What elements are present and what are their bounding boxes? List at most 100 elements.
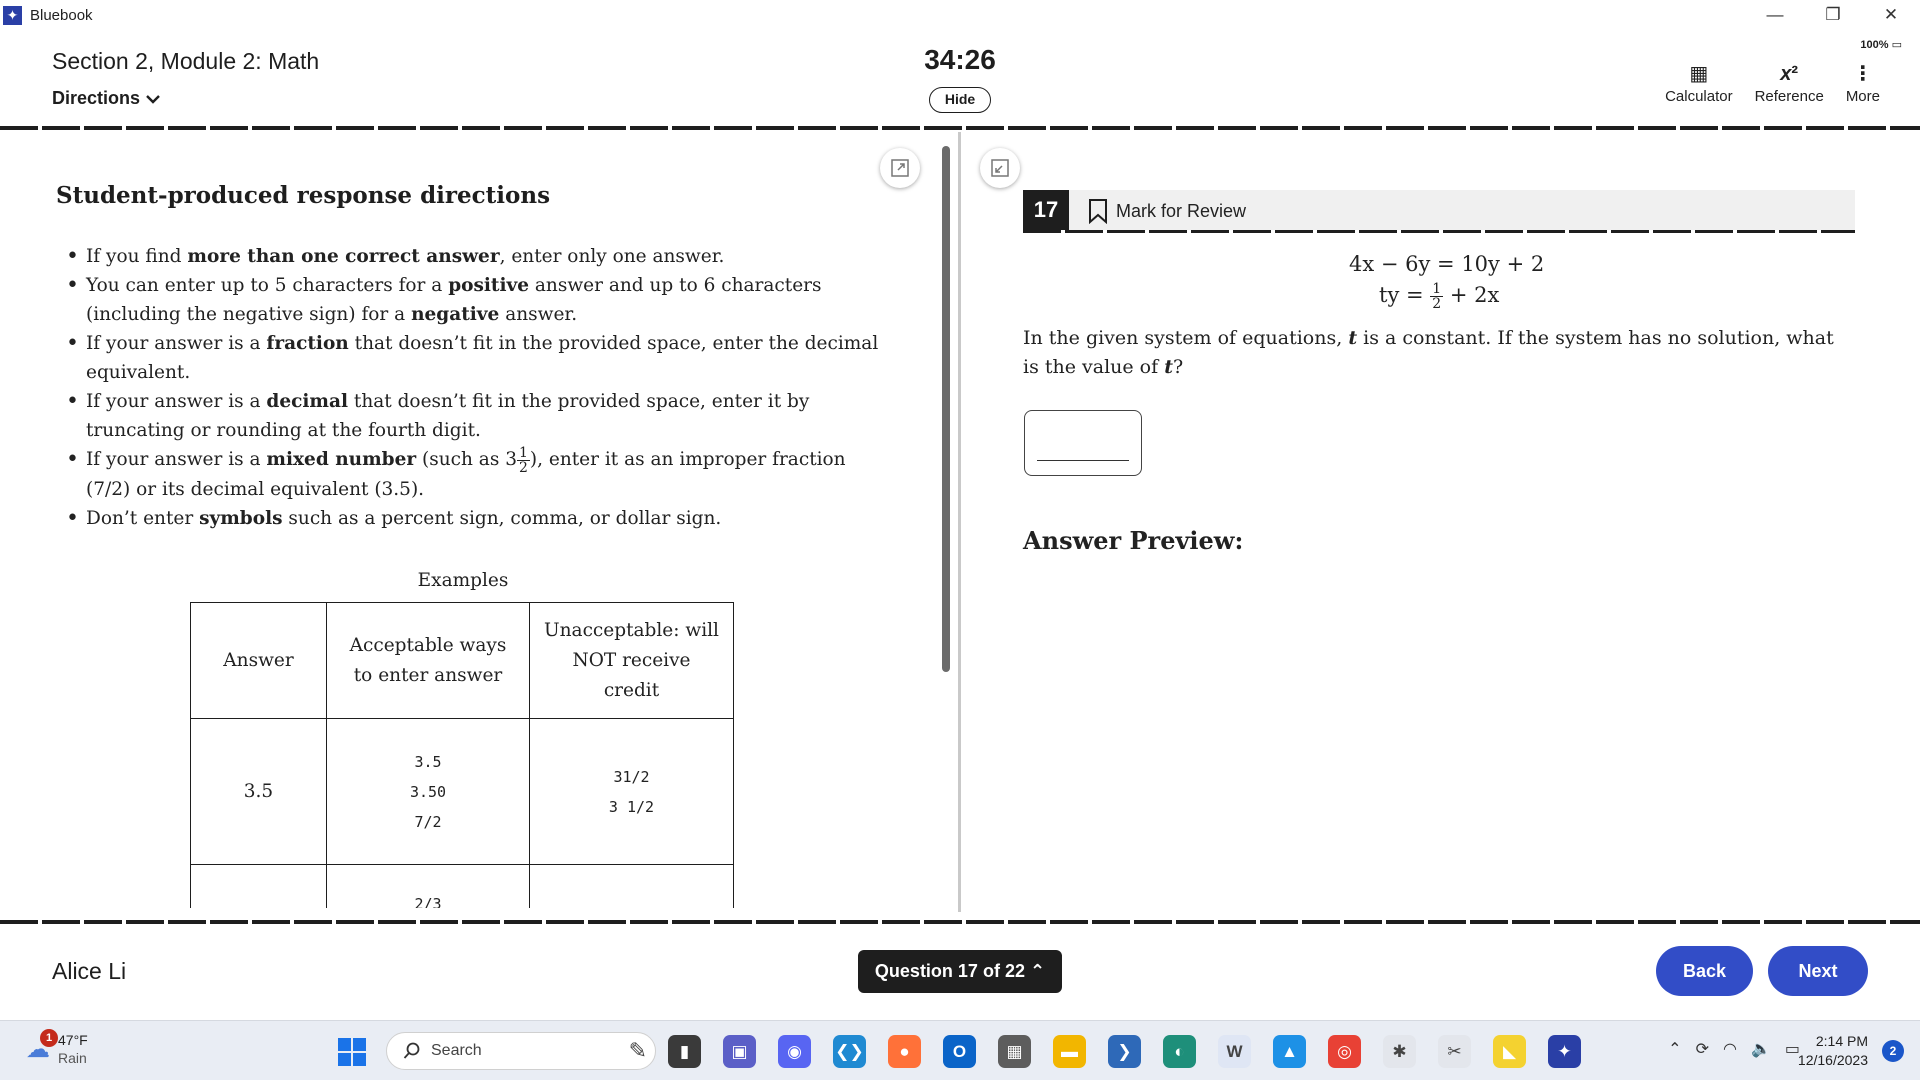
battery-icon: ▭ [1891,39,1902,51]
battery-status: 100% ▭ [1860,38,1902,51]
sticky-notes-icon[interactable]: ◣ [1493,1035,1526,1068]
table-cell: 2/3 [326,864,530,908]
minimize-button[interactable]: — [1746,0,1804,30]
expand-right-panel-button[interactable] [980,148,1020,188]
more-vertical-icon: ⋮ [1852,63,1873,85]
bluebook-logo-icon: ✦ [3,5,22,25]
snipping-tool-icon[interactable]: ✂ [1438,1035,1471,1068]
rule-item: Don’t enter symbols such as a percent si… [66,504,886,533]
table-header: Acceptable ways to enter answer [326,602,530,719]
slack-icon[interactable]: ✱ [1383,1035,1416,1068]
windows-start-icon[interactable] [338,1038,366,1066]
calculator-label: Calculator [1665,88,1733,105]
battery-percent: 100% [1860,39,1889,51]
restore-button[interactable]: ❐ [1804,0,1862,30]
weather-widget[interactable]: ☁ 1 47°F Rain [26,1028,88,1067]
question-header-divider [1023,230,1855,233]
answer-input[interactable] [1024,410,1142,476]
answer-input-underline [1037,459,1129,461]
rain-cloud-icon: ☁ 1 [26,1028,58,1064]
equation-1: 4x − 6y = 10y + 2 [1349,252,1545,276]
table-header-row: Answer Acceptable ways to enter answer U… [190,602,734,719]
outlook-icon[interactable]: O [943,1035,976,1068]
directions-panel: Student-produced response directions If … [0,132,944,908]
expand-left-panel-button[interactable] [880,148,920,188]
equation-fraction: 12 [1430,281,1444,312]
question-prompt: In the given system of equations, t is a… [1023,327,1834,378]
pinned-apps: ▮ ▣ ◉ ❮❯ ● O ▦ ▬ ❯ ◐ W ▲ ◎ ✱ ✂ ◣ ✦ [668,1035,1581,1068]
search-placeholder: Search [431,1042,482,1059]
bookmark-icon [1089,199,1107,224]
taskbar-clock[interactable]: 2:14 PM 12/16/2023 [1798,1032,1868,1070]
exam-header: Section 2, Module 2: Math Directions 34:… [0,30,1920,128]
edge-icon[interactable]: ◐ [1163,1035,1196,1068]
back-button[interactable]: Back [1656,946,1753,996]
window-title: Bluebook [30,6,93,24]
next-button[interactable]: Next [1768,946,1868,996]
more-tool[interactable]: ⋮ More [1846,60,1880,105]
mixed-number-fraction: 12 [516,444,530,476]
rule-item: If your answer is a fraction that doesn’… [66,329,886,387]
chevron-down-icon [146,94,160,104]
table-cell: 3.5 3.50 7/2 [326,718,530,865]
teams-icon[interactable]: ▣ [723,1035,756,1068]
table-cell [190,864,327,908]
wifi-icon[interactable]: ◠ [1723,1039,1737,1059]
notification-badge[interactable]: 2 [1882,1040,1904,1062]
table-header: Unacceptable: will NOT receive credit [529,602,734,719]
system-tray: ⌃ ⟳ ◠ 🔈 ▭ [1668,1039,1800,1059]
sync-icon[interactable]: ⟳ [1696,1039,1709,1059]
bluebook-icon[interactable]: ✦ [1548,1035,1581,1068]
timer: 34:26 [924,44,996,75]
directions-scrollbar[interactable] [942,146,950,672]
directions-rules-list: If you find more than one correct answer… [66,242,886,533]
reference-label: Reference [1754,88,1824,105]
calculator-icon: ▦ [1689,63,1709,85]
chrome-icon[interactable]: ◎ [1328,1035,1361,1068]
windows-taskbar: ☁ 1 47°F Rain Search ✎ ▮ ▣ ◉ ❮❯ ● O ▦ ▬ ❯ ◐ W ▲ ◎ ✱ ✂ ◣ ✦… [0,1020,1920,1080]
volume-icon[interactable]: 🔈 [1751,1039,1771,1059]
taskbar-search[interactable]: Search ✎ [386,1032,656,1070]
table-row: 2/3 [190,864,734,908]
window-title-bar: ✦ Bluebook — ❐ ✕ [0,0,1920,30]
clock-date: 12/16/2023 [1797,1052,1868,1068]
calculator-tool[interactable]: ▦ Calculator [1665,60,1733,105]
powershell-icon[interactable]: ❯ [1108,1035,1141,1068]
panel-divider[interactable] [958,132,961,912]
examples-caption: Examples [417,570,509,591]
table-row: 3.5 3.5 3.50 7/2 31/2 3 1/2 [190,718,734,865]
reference-icon: x² [1780,63,1799,85]
mark-for-review-button[interactable]: Mark for Review [1088,198,1246,224]
docker-icon[interactable]: ▲ [1273,1035,1306,1068]
weather-temperature: 47°F [58,1032,88,1048]
directions-toggle[interactable]: Directions [52,88,160,109]
table-header: Answer [190,602,327,719]
vscode-icon[interactable]: ❮❯ [833,1035,866,1068]
section-title: Section 2, Module 2: Math [52,48,320,74]
more-label: More [1845,88,1880,105]
mark-for-review-label: Mark for Review [1116,200,1247,221]
calculator-icon[interactable]: ▦ [998,1035,1031,1068]
rule-item: If you find more than one correct answer… [66,242,886,271]
discord-icon[interactable]: ◉ [778,1035,811,1068]
reference-tool[interactable]: x² Reference [1755,60,1824,105]
firefox-icon[interactable]: ● [888,1035,921,1068]
expand-icon [891,159,909,177]
question-number: 17 [1023,190,1069,230]
search-highlight-icon: ✎ [628,1038,647,1063]
close-button[interactable]: ✕ [1862,0,1920,30]
hide-timer-button[interactable]: Hide [929,87,991,113]
question-navigator-label: Question 17 of 22 [874,961,1025,981]
directions-label: Directions [52,88,141,108]
chevron-up-icon[interactable]: ⌃ [1668,1039,1681,1059]
file-explorer-icon[interactable]: ▮ [668,1035,701,1068]
word-app-icon[interactable]: W [1218,1035,1251,1068]
table-cell [529,864,734,908]
weather-description: Rain [58,1050,87,1066]
question-navigator-button[interactable]: Question 17 of 22 ⌃ [858,950,1062,993]
folder-icon[interactable]: ▬ [1053,1035,1086,1068]
toolbar: ▦ Calculator x² Reference ⋮ More [1665,60,1880,105]
rule-item: If your answer is a mixed number (such a… [66,444,886,504]
clock-time: 2:14 PM [1815,1033,1868,1049]
search-icon [403,1042,420,1059]
